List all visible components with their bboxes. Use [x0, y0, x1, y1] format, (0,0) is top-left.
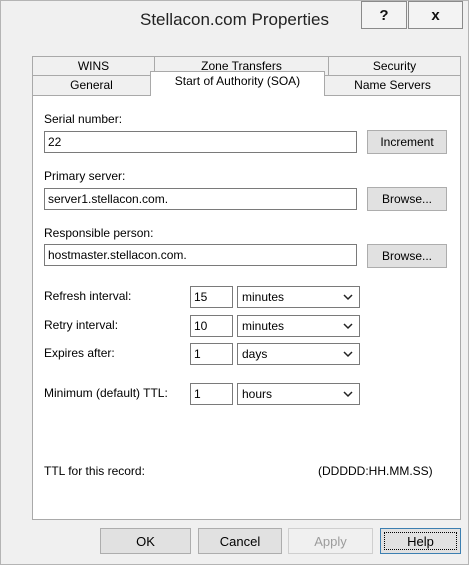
minimum-ttl-unit-select[interactable]: hours [237, 383, 360, 405]
help-title-button[interactable]: ? [361, 1, 407, 29]
retry-unit-value: minutes [242, 319, 285, 333]
properties-dialog: Stellacon.com Properties ? x WINS Zone T… [0, 0, 469, 565]
focus-ring [384, 532, 457, 550]
increment-button[interactable]: Increment [367, 130, 447, 154]
refresh-unit-select[interactable]: minutes [237, 286, 360, 308]
minimum-ttl-input[interactable]: 1 [190, 383, 233, 405]
retry-unit-select[interactable]: minutes [237, 315, 360, 337]
expires-after-input[interactable]: 1 [190, 343, 233, 365]
expires-unit-value: days [242, 347, 268, 361]
responsible-person-input[interactable]: hostmaster.stellacon.com. [44, 244, 357, 266]
retry-interval-label: Retry interval: [44, 318, 119, 332]
cancel-button[interactable]: Cancel [198, 528, 282, 554]
ttl-format-hint: (DDDDD:HH.MM.SS) [318, 464, 433, 478]
responsible-person-label: Responsible person: [44, 226, 154, 240]
soa-panel: Serial number: 22 Increment Primary serv… [32, 95, 461, 520]
refresh-unit-value: minutes [242, 290, 285, 304]
apply-button[interactable]: Apply [288, 528, 373, 554]
primary-browse-button[interactable]: Browse... [367, 187, 447, 211]
refresh-interval-input[interactable]: 15 [190, 286, 233, 308]
primary-server-input[interactable]: server1.stellacon.com. [44, 188, 357, 210]
tab-security[interactable]: Security [328, 56, 461, 77]
ttl-record-label: TTL for this record: [44, 464, 145, 478]
primary-server-label: Primary server: [44, 169, 126, 183]
serial-number-input[interactable]: 22 [44, 131, 357, 153]
responsible-browse-button[interactable]: Browse... [367, 244, 447, 268]
serial-number-label: Serial number: [44, 112, 123, 126]
close-button[interactable]: x [408, 1, 463, 29]
tab-general[interactable]: General [32, 75, 151, 97]
minimum-ttl-label: Minimum (default) TTL: [44, 386, 168, 400]
chevron-down-icon [343, 384, 353, 398]
tab-name-servers[interactable]: Name Servers [324, 75, 461, 97]
expires-after-label: Expires after: [44, 346, 115, 360]
chevron-down-icon [343, 344, 353, 358]
title-bar: Stellacon.com Properties ? x [1, 1, 468, 45]
tab-wins[interactable]: WINS [32, 56, 155, 77]
refresh-interval-label: Refresh interval: [44, 289, 132, 303]
expires-unit-select[interactable]: days [237, 343, 360, 365]
ok-button[interactable]: OK [100, 528, 191, 554]
retry-interval-input[interactable]: 10 [190, 315, 233, 337]
chevron-down-icon [343, 287, 353, 301]
chevron-down-icon [343, 316, 353, 330]
tab-start-of-authority[interactable]: Start of Authority (SOA) [150, 71, 325, 96]
minimum-ttl-unit-value: hours [242, 387, 273, 401]
help-button[interactable]: Help [380, 528, 461, 554]
